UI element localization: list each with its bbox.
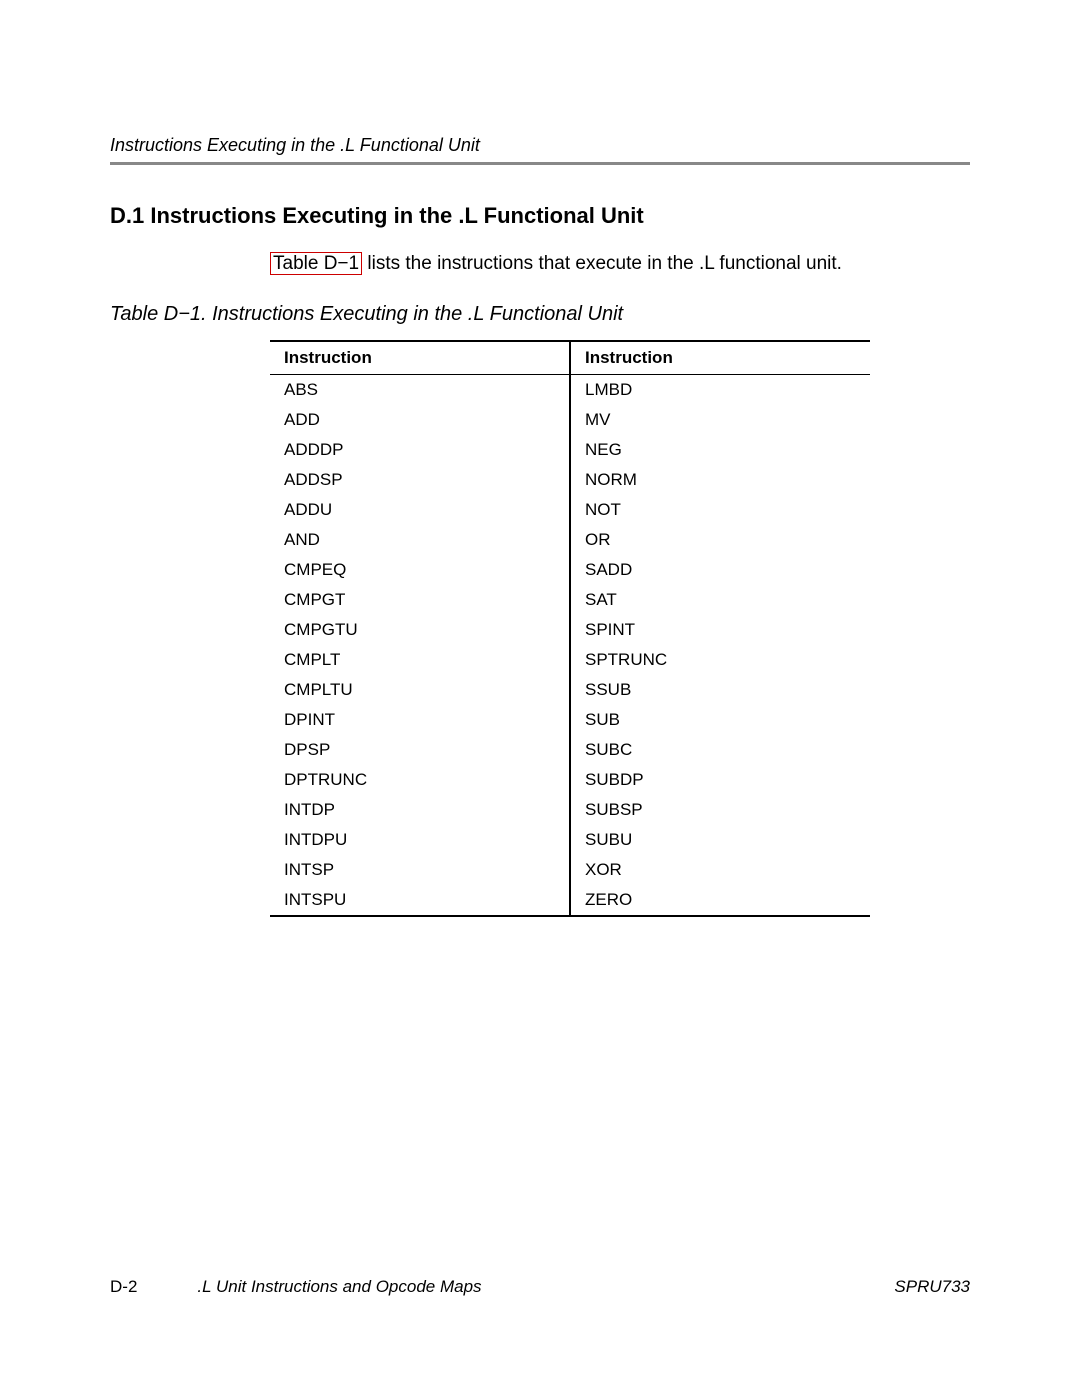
table-row: ADDMV <box>270 405 870 435</box>
col2-header: Instruction <box>570 341 870 375</box>
instruction-cell: SPTRUNC <box>570 645 870 675</box>
instruction-cell: ABS <box>270 375 570 406</box>
instruction-cell: SADD <box>570 555 870 585</box>
instruction-cell: SUB <box>570 705 870 735</box>
table-body: ABSLMBDADDMVADDDPNEGADDSPNORMADDUNOTANDO… <box>270 375 870 917</box>
instruction-cell: CMPLT <box>270 645 570 675</box>
instruction-cell: SSUB <box>570 675 870 705</box>
instruction-cell: LMBD <box>570 375 870 406</box>
instruction-cell: SUBU <box>570 825 870 855</box>
instruction-cell: CMPEQ <box>270 555 570 585</box>
instruction-cell: XOR <box>570 855 870 885</box>
instruction-cell: SUBDP <box>570 765 870 795</box>
table-row: CMPLTUSSUB <box>270 675 870 705</box>
instruction-cell: NORM <box>570 465 870 495</box>
instruction-cell: NEG <box>570 435 870 465</box>
instruction-cell: CMPGTU <box>270 615 570 645</box>
instruction-cell: ADD <box>270 405 570 435</box>
instruction-cell: SUBSP <box>570 795 870 825</box>
instruction-cell: DPTRUNC <box>270 765 570 795</box>
col1-header: Instruction <box>270 341 570 375</box>
instruction-cell: AND <box>270 525 570 555</box>
page-footer: D-2 .L Unit Instructions and Opcode Maps… <box>110 1277 970 1297</box>
running-header: Instructions Executing in the .L Functio… <box>110 135 970 156</box>
page-body: Instructions Executing in the .L Functio… <box>0 0 1080 917</box>
table-row: CMPGTUSPINT <box>270 615 870 645</box>
page-number: D-2 <box>110 1277 137 1297</box>
instruction-cell: INTDPU <box>270 825 570 855</box>
table-row: ABSLMBD <box>270 375 870 406</box>
instruction-table-wrap: Instruction Instruction ABSLMBDADDMVADDD… <box>270 340 870 917</box>
instruction-cell: NOT <box>570 495 870 525</box>
instruction-cell: ZERO <box>570 885 870 916</box>
instruction-cell: INTSP <box>270 855 570 885</box>
table-row: INTDPSUBSP <box>270 795 870 825</box>
table-row: DPSPSUBC <box>270 735 870 765</box>
instruction-cell: ADDDP <box>270 435 570 465</box>
instruction-cell: ADDU <box>270 495 570 525</box>
instruction-cell: DPINT <box>270 705 570 735</box>
instruction-cell: OR <box>570 525 870 555</box>
instruction-cell: INTSPU <box>270 885 570 916</box>
instruction-cell: SUBC <box>570 735 870 765</box>
instruction-table: Instruction Instruction ABSLMBDADDMVADDD… <box>270 340 870 917</box>
intro-paragraph: Table D−1 lists the instructions that ex… <box>270 253 970 275</box>
instruction-cell: CMPLTU <box>270 675 570 705</box>
instruction-cell: INTDP <box>270 795 570 825</box>
table-row: ADDDPNEG <box>270 435 870 465</box>
table-row: CMPGTSAT <box>270 585 870 615</box>
table-row: INTSPXOR <box>270 855 870 885</box>
table-header-row: Instruction Instruction <box>270 341 870 375</box>
table-row: ADDSPNORM <box>270 465 870 495</box>
document-id: SPRU733 <box>894 1277 970 1297</box>
table-caption: Table D−1. Instructions Executing in the… <box>110 303 970 326</box>
table-reference-link[interactable]: Table D−1 <box>270 252 362 275</box>
chapter-title: .L Unit Instructions and Opcode Maps <box>197 1277 894 1297</box>
table-row: INTDPUSUBU <box>270 825 870 855</box>
instruction-cell: DPSP <box>270 735 570 765</box>
table-row: DPINTSUB <box>270 705 870 735</box>
instruction-cell: CMPGT <box>270 585 570 615</box>
table-row: CMPEQSADD <box>270 555 870 585</box>
section-heading: D.1 Instructions Executing in the .L Fun… <box>110 203 970 229</box>
table-row: CMPLTSPTRUNC <box>270 645 870 675</box>
table-row: ADDUNOT <box>270 495 870 525</box>
instruction-cell: ADDSP <box>270 465 570 495</box>
table-row: INTSPUZERO <box>270 885 870 916</box>
header-rule <box>110 162 970 165</box>
instruction-cell: SAT <box>570 585 870 615</box>
instruction-cell: MV <box>570 405 870 435</box>
intro-text: lists the instructions that execute in t… <box>362 253 842 274</box>
instruction-cell: SPINT <box>570 615 870 645</box>
table-row: ANDOR <box>270 525 870 555</box>
table-row: DPTRUNCSUBDP <box>270 765 870 795</box>
